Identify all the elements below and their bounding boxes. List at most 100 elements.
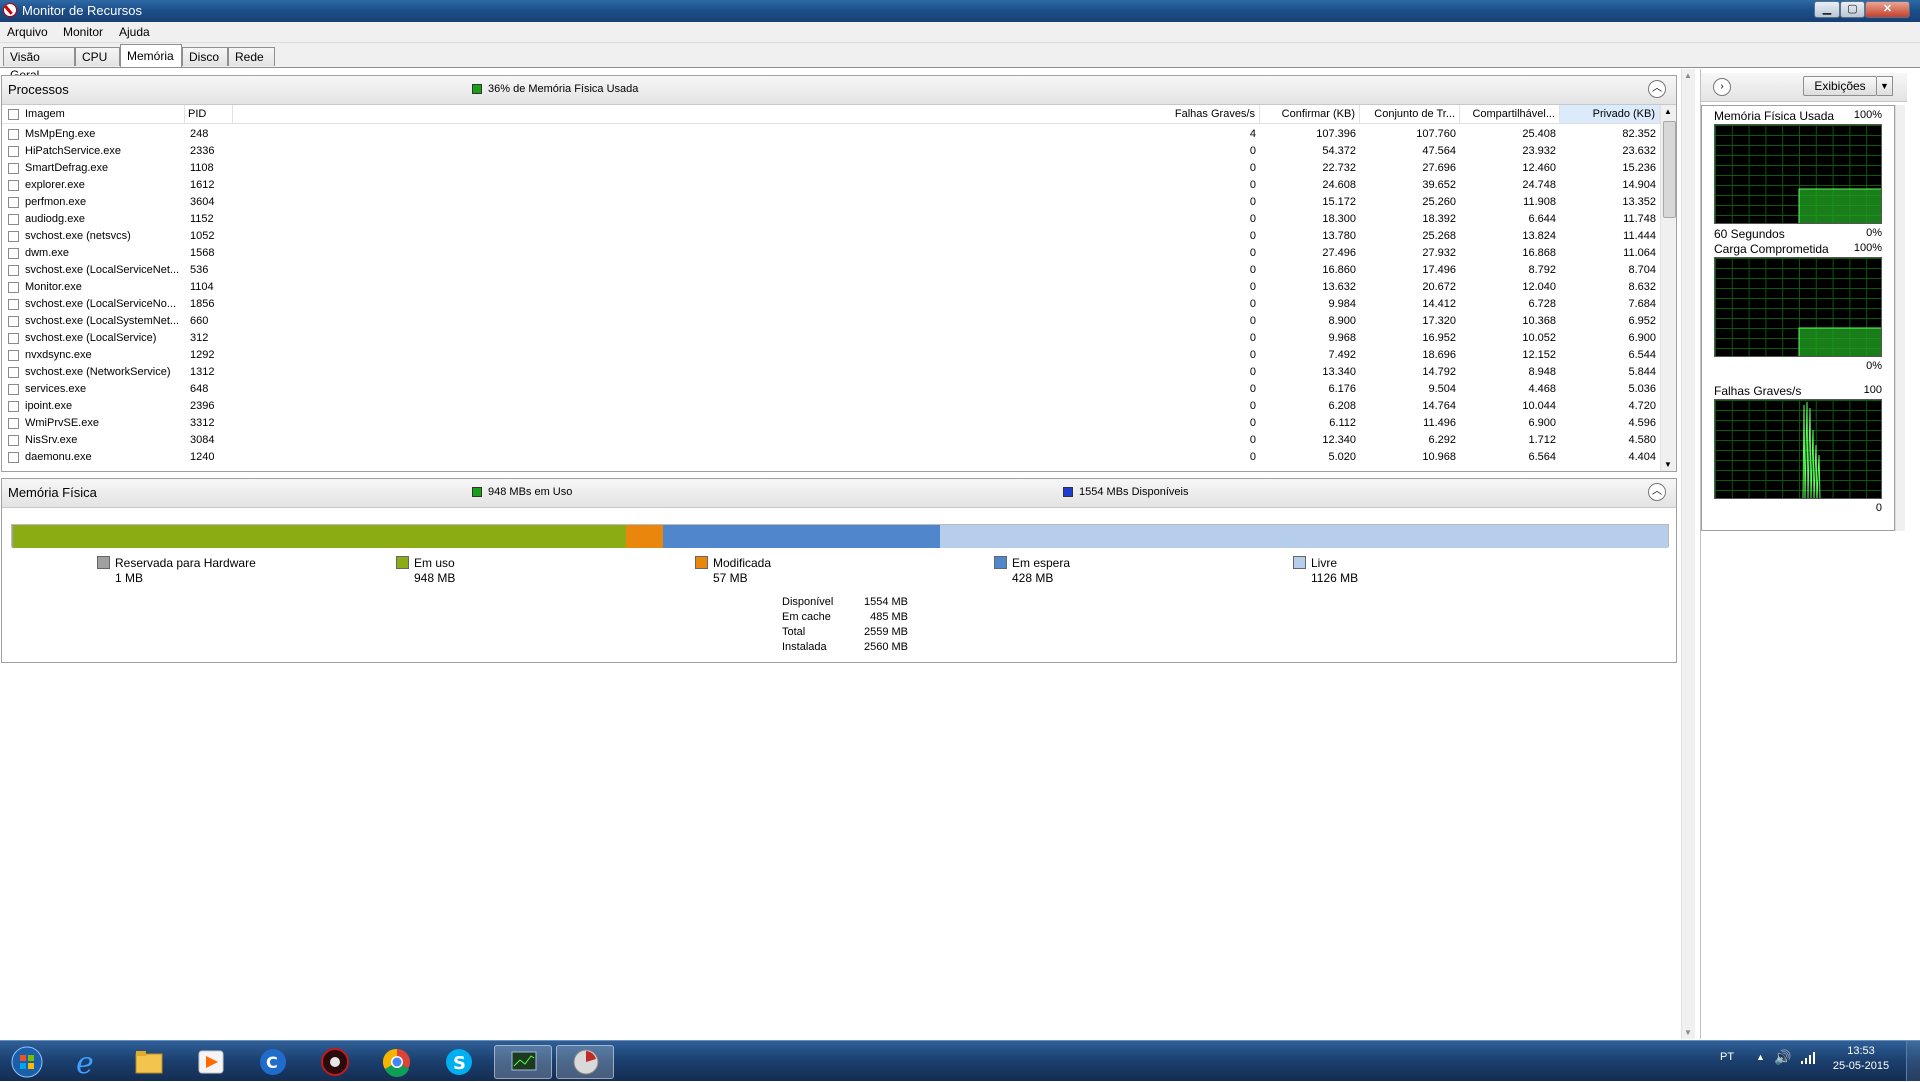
network-signal-icon[interactable] [1800,1051,1816,1068]
minimize-button[interactable]: ▁ [1814,1,1840,18]
select-all-checkbox[interactable] [8,109,19,120]
physical-memory-header[interactable]: Memória Física 948 MBs em Uso 1554 MBs D… [2,479,1676,508]
views-dropdown-icon[interactable]: ▼ [1877,76,1893,96]
table-row[interactable]: nvxdsync.exe 1292 0 7.492 18.696 12.152 6.544 [2,347,1660,364]
table-row[interactable]: Monitor.exe 1104 0 13.632 20.672 12.040 8.632 [2,279,1660,296]
row-checkbox[interactable] [8,197,19,208]
clock[interactable]: 13:53 25-05-2015 [1826,1044,1896,1074]
cell-pid: 1240 [190,451,215,463]
column-compartilhavel[interactable]: Compartilhável... [1460,105,1560,123]
menu-monitor[interactable]: Monitor [63,25,103,39]
scroll-up-icon[interactable]: ▲ [1684,71,1692,80]
row-checkbox[interactable] [8,350,19,361]
cell-pid: 1612 [190,179,215,191]
column-conjunto-trabalho[interactable]: Conjunto de Tr... [1360,105,1460,123]
game-app-icon[interactable] [310,1045,360,1079]
cell-falhas-graves: 0 [1249,366,1256,378]
defrag-icon[interactable] [556,1045,614,1079]
row-checkbox[interactable] [8,384,19,395]
skype-icon[interactable]: S [434,1045,484,1079]
table-row[interactable]: perfmon.exe 3604 0 15.172 25.260 11.908 13.352 [2,194,1660,211]
row-checkbox[interactable] [8,163,19,174]
collapse-up-icon[interactable]: ︿ [1648,80,1666,98]
column-imagem[interactable]: Imagem [25,105,185,123]
row-checkbox[interactable] [8,316,19,327]
row-checkbox[interactable] [8,265,19,276]
table-row[interactable]: ipoint.exe 2396 0 6.208 14.764 10.044 4.720 [2,398,1660,415]
table-row[interactable]: SmartDefrag.exe 1108 0 22.732 27.696 12.460 15… [2,160,1660,177]
internet-explorer-icon[interactable]: e [62,1045,112,1081]
row-checkbox[interactable] [8,282,19,293]
row-checkbox[interactable] [8,299,19,310]
ccleaner-icon[interactable]: C [248,1045,298,1079]
table-row[interactable]: svchost.exe (LocalServiceNet... 536 0 16.86… [2,262,1660,279]
menu-bar: Arquivo Monitor Ajuda [0,22,1920,43]
memory-segment [663,525,940,548]
row-checkbox[interactable] [8,129,19,140]
table-row[interactable]: svchost.exe (LocalService) 312 0 9.968 16.95… [2,330,1660,347]
cell-conjunto-trabalho: 39.652 [1422,179,1456,191]
side-panel-scrollbar[interactable] [1895,105,1905,531]
table-row[interactable]: svchost.exe (LocalSystemNet... 660 0 8.900 1… [2,313,1660,330]
expand-right-icon[interactable]: › [1713,78,1731,96]
row-checkbox[interactable] [8,401,19,412]
row-checkbox[interactable] [8,435,19,446]
column-falhas-graves[interactable]: Falhas Graves/s [1156,105,1260,123]
table-row[interactable]: WmiPrvSE.exe 3312 0 6.112 11.496 6.900 4.596 [2,415,1660,432]
scroll-down-icon[interactable]: ▼ [1664,460,1672,469]
tab-disco[interactable]: Disco [182,47,228,66]
row-checkbox[interactable] [8,418,19,429]
table-row[interactable]: dwm.exe 1568 0 27.496 27.932 16.868 11.064 [2,245,1660,262]
chrome-icon[interactable] [372,1045,422,1079]
row-checkbox[interactable] [8,248,19,259]
row-checkbox[interactable] [8,231,19,242]
table-row[interactable]: svchost.exe (NetworkService) 1312 0 13.340 1… [2,364,1660,381]
table-row[interactable]: MsMpEng.exe 248 4 107.396 107.760 25.408 82.35… [2,126,1660,143]
file-explorer-icon[interactable] [124,1045,174,1079]
scroll-thumb[interactable] [1663,121,1676,218]
collapse-up-icon[interactable]: ︿ [1648,483,1666,501]
row-checkbox[interactable] [8,214,19,225]
legend-value: 428 MB [1012,571,1054,585]
tab-cpu[interactable]: CPU [75,47,120,66]
table-row[interactable]: services.exe 648 0 6.176 9.504 4.468 5.036 [2,381,1660,398]
row-checkbox[interactable] [8,146,19,157]
show-hidden-icons-icon[interactable]: ▲ [1756,1052,1765,1062]
row-checkbox[interactable] [8,367,19,378]
table-row[interactable]: HiPatchService.exe 2336 0 54.372 47.564 23.93… [2,143,1660,160]
menu-arquivo[interactable]: Arquivo [7,25,48,39]
table-row[interactable]: svchost.exe (netsvcs) 1052 0 13.780 25.268 13… [2,228,1660,245]
row-checkbox[interactable] [8,180,19,191]
views-button[interactable]: Exibições [1803,76,1877,96]
language-indicator[interactable]: PT [1720,1051,1734,1063]
table-row[interactable]: audiodg.exe 1152 0 18.300 18.392 6.644 11.748 [2,211,1660,228]
row-checkbox[interactable] [8,452,19,463]
table-row[interactable]: svchost.exe (LocalServiceNo... 1856 0 9.984… [2,296,1660,313]
close-button[interactable]: ✕ [1865,1,1910,18]
scroll-down-icon[interactable]: ▼ [1684,1028,1692,1037]
main-scrollbar[interactable]: ▲ ▼ [1681,69,1695,1039]
column-privado[interactable]: Privado (KB) [1560,105,1660,123]
cell-conjunto-trabalho: 11.496 [1423,417,1456,429]
column-pid[interactable]: PID [188,105,233,123]
table-row[interactable]: explorer.exe 1612 0 24.608 39.652 24.748 14.90… [2,177,1660,194]
table-row[interactable]: NisSrv.exe 3084 0 12.340 6.292 1.712 4.580 [2,432,1660,449]
column-confirmar[interactable]: Confirmar (KB) [1260,105,1360,123]
processes-scrollbar[interactable]: ▲ ▼ [1660,105,1676,471]
maximize-button[interactable]: ▢ [1840,1,1865,18]
volume-icon[interactable]: 🔊 [1774,1049,1791,1066]
scroll-up-icon[interactable]: ▲ [1664,107,1672,116]
row-checkbox[interactable] [8,333,19,344]
media-player-icon[interactable] [186,1045,236,1079]
menu-ajuda[interactable]: Ajuda [119,25,150,39]
table-row[interactable]: daemonu.exe 1240 0 5.020 10.968 6.564 4.404 [2,449,1660,466]
show-desktop-button[interactable] [1906,1041,1920,1081]
cell-confirmar: 13.632 [1322,281,1356,293]
start-orb-icon[interactable] [2,1045,50,1079]
tab-visao-geral[interactable]: Visão Geral [3,47,75,82]
legend-label: Modificada [713,556,772,570]
tab-rede[interactable]: Rede [228,47,275,66]
processes-header[interactable]: Processos 36% de Memória Física Usada ︿ [2,76,1676,105]
tab-memoria[interactable]: Memória [120,44,182,67]
resource-monitor-icon[interactable] [494,1045,552,1079]
